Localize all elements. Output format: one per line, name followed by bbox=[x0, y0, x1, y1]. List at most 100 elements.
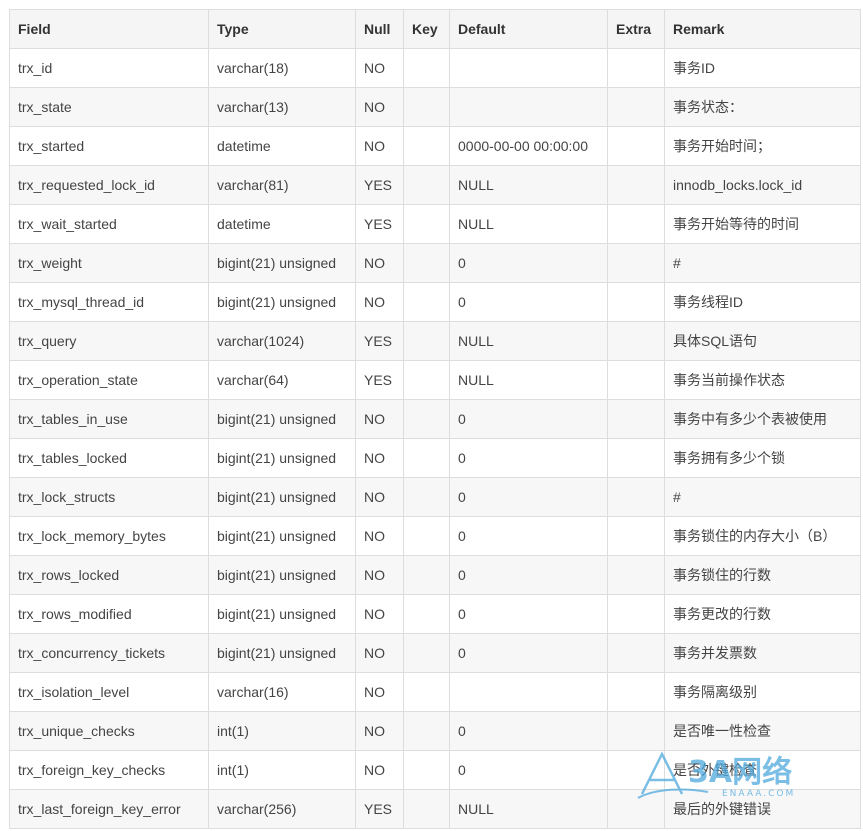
cell-default bbox=[449, 87, 608, 127]
column-header-remark: Remark bbox=[664, 9, 861, 49]
cell-null: NO bbox=[355, 243, 404, 283]
cell-extra bbox=[607, 594, 665, 634]
cell-type: bigint(21) unsigned bbox=[208, 477, 356, 517]
cell-field: trx_foreign_key_checks bbox=[9, 750, 209, 790]
table-row: trx_isolation_level varchar(16) NO 事务隔离级别 bbox=[9, 672, 861, 712]
cell-type: bigint(21) unsigned bbox=[208, 243, 356, 283]
cell-extra bbox=[607, 711, 665, 751]
column-header-type: Type bbox=[208, 9, 356, 49]
table-body: trx_id varchar(18) NO 事务ID trx_state varchar(… bbox=[9, 48, 861, 829]
cell-key bbox=[403, 126, 450, 166]
cell-null: NO bbox=[355, 594, 404, 634]
cell-type: varchar(13) bbox=[208, 87, 356, 127]
cell-default: 0 bbox=[449, 750, 608, 790]
cell-default: 0 bbox=[449, 399, 608, 439]
cell-field: trx_isolation_level bbox=[9, 672, 209, 712]
cell-type: datetime bbox=[208, 204, 356, 244]
cell-remark: 事务当前操作状态 bbox=[664, 360, 861, 400]
cell-default: 0 bbox=[449, 282, 608, 322]
table-row: trx_query varchar(1024) YES NULL 具体SQL语句 bbox=[9, 321, 861, 361]
cell-type: varchar(256) bbox=[208, 789, 356, 829]
cell-extra bbox=[607, 555, 665, 595]
table-row: trx_last_foreign_key_error varchar(256) YE… bbox=[9, 789, 861, 829]
table-row: trx_rows_modified bigint(21) unsigned NO 0 事… bbox=[9, 594, 861, 634]
cell-null: NO bbox=[355, 87, 404, 127]
cell-default: 0 bbox=[449, 555, 608, 595]
cell-default: NULL bbox=[449, 321, 608, 361]
cell-remark: 是否唯一性检查 bbox=[664, 711, 861, 751]
cell-extra bbox=[607, 477, 665, 517]
column-header-extra: Extra bbox=[607, 9, 665, 49]
schema-table: Field Type Null Key Default Extra Remark… bbox=[9, 9, 861, 829]
cell-key bbox=[403, 360, 450, 400]
cell-key bbox=[403, 789, 450, 829]
cell-field: trx_state bbox=[9, 87, 209, 127]
cell-field: trx_last_foreign_key_error bbox=[9, 789, 209, 829]
cell-type: varchar(64) bbox=[208, 360, 356, 400]
table-header: Field Type Null Key Default Extra Remark bbox=[9, 9, 861, 49]
cell-remark: 最后的外键错误 bbox=[664, 789, 861, 829]
cell-field: trx_requested_lock_id bbox=[9, 165, 209, 205]
cell-extra bbox=[607, 243, 665, 283]
cell-default: NULL bbox=[449, 360, 608, 400]
cell-remark: # bbox=[664, 477, 861, 517]
cell-type: bigint(21) unsigned bbox=[208, 555, 356, 595]
column-header-default: Default bbox=[449, 9, 608, 49]
cell-key bbox=[403, 750, 450, 790]
cell-field: trx_wait_started bbox=[9, 204, 209, 244]
cell-null: NO bbox=[355, 48, 404, 88]
table-row: trx_requested_lock_id varchar(81) YES NULL i… bbox=[9, 165, 861, 205]
table-row: trx_weight bigint(21) unsigned NO 0 # bbox=[9, 243, 861, 283]
cell-remark: 事务开始时间； bbox=[664, 126, 861, 166]
table-row: trx_concurrency_tickets bigint(21) unsign… bbox=[9, 633, 861, 673]
cell-key bbox=[403, 477, 450, 517]
cell-default: 0 bbox=[449, 243, 608, 283]
cell-extra bbox=[607, 360, 665, 400]
cell-remark: 事务更改的行数 bbox=[664, 594, 861, 634]
cell-extra bbox=[607, 438, 665, 478]
table-row: trx_id varchar(18) NO 事务ID bbox=[9, 48, 861, 88]
cell-field: trx_id bbox=[9, 48, 209, 88]
cell-remark: 事务并发票数 bbox=[664, 633, 861, 673]
table-row: trx_state varchar(13) NO 事务状态： bbox=[9, 87, 861, 127]
cell-null: NO bbox=[355, 399, 404, 439]
cell-type: varchar(18) bbox=[208, 48, 356, 88]
cell-null: NO bbox=[355, 438, 404, 478]
column-header-field: Field bbox=[9, 9, 209, 49]
cell-key bbox=[403, 48, 450, 88]
cell-field: trx_mysql_thread_id bbox=[9, 282, 209, 322]
cell-extra bbox=[607, 48, 665, 88]
cell-key bbox=[403, 165, 450, 205]
table-row: trx_unique_checks int(1) NO 0 是否唯一性检查 bbox=[9, 711, 861, 751]
cell-key bbox=[403, 594, 450, 634]
cell-null: YES bbox=[355, 204, 404, 244]
cell-extra bbox=[607, 633, 665, 673]
table-row: trx_rows_locked bigint(21) unsigned NO 0 事务锁… bbox=[9, 555, 861, 595]
cell-default bbox=[449, 672, 608, 712]
cell-key bbox=[403, 516, 450, 556]
cell-field: trx_concurrency_tickets bbox=[9, 633, 209, 673]
cell-remark: 事务线程ID bbox=[664, 282, 861, 322]
cell-remark: 事务开始等待的时间 bbox=[664, 204, 861, 244]
cell-extra bbox=[607, 204, 665, 244]
cell-field: trx_rows_modified bbox=[9, 594, 209, 634]
cell-field: trx_rows_locked bbox=[9, 555, 209, 595]
cell-field: trx_started bbox=[9, 126, 209, 166]
table-row: trx_foreign_key_checks int(1) NO 0 是否外键检查 bbox=[9, 750, 861, 790]
column-header-key: Key bbox=[403, 9, 450, 49]
cell-remark: 事务锁住的内存大小（B） bbox=[664, 516, 861, 556]
cell-field: trx_tables_in_use bbox=[9, 399, 209, 439]
cell-field: trx_query bbox=[9, 321, 209, 361]
cell-key bbox=[403, 555, 450, 595]
cell-null: NO bbox=[355, 711, 404, 751]
cell-extra bbox=[607, 399, 665, 439]
cell-null: NO bbox=[355, 672, 404, 712]
cell-key bbox=[403, 438, 450, 478]
table-row: trx_operation_state varchar(64) YES NULL 事务当… bbox=[9, 360, 861, 400]
cell-null: NO bbox=[355, 282, 404, 322]
table-row: trx_wait_started datetime YES NULL 事务开始等待的时间 bbox=[9, 204, 861, 244]
cell-default bbox=[449, 48, 608, 88]
cell-default: 0 bbox=[449, 633, 608, 673]
cell-field: trx_unique_checks bbox=[9, 711, 209, 751]
cell-remark: innodb_locks.lock_id bbox=[664, 165, 861, 205]
